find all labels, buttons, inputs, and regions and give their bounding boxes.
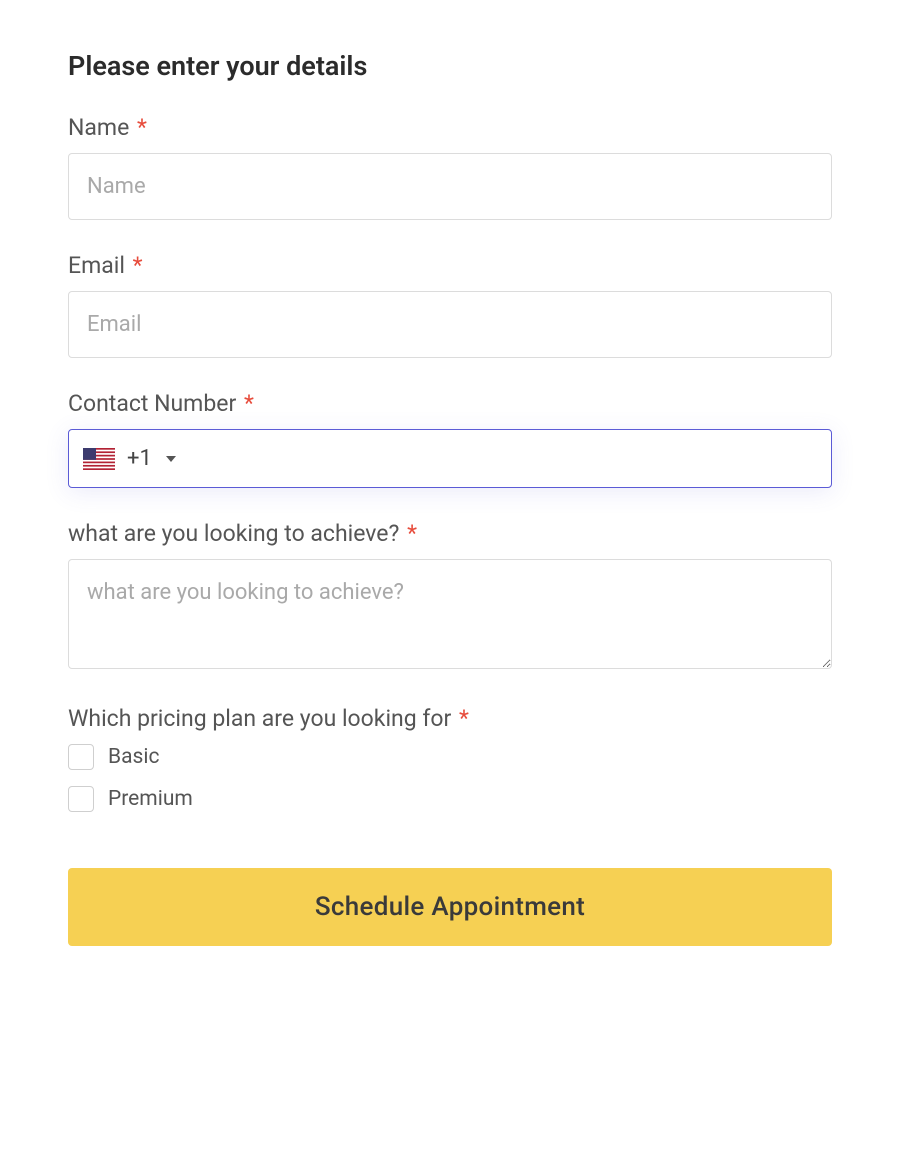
required-marker: * xyxy=(137,114,147,141)
required-marker: * xyxy=(133,252,143,279)
dial-code: +1 xyxy=(127,446,152,471)
contact-group: Contact Number * +1 xyxy=(68,390,832,488)
pricing-group: Which pricing plan are you looking for *… xyxy=(68,705,832,812)
email-label-text: Email xyxy=(68,252,125,279)
required-marker: * xyxy=(407,520,417,547)
phone-input-wrapper[interactable]: +1 xyxy=(68,429,832,488)
required-marker: * xyxy=(244,390,254,417)
phone-input[interactable] xyxy=(176,446,817,471)
checkbox-icon xyxy=(68,744,94,770)
name-label: Name * xyxy=(68,114,832,141)
checkbox-label: Basic xyxy=(108,745,159,769)
email-label: Email * xyxy=(68,252,832,279)
achieve-group: what are you looking to achieve? * xyxy=(68,520,832,673)
achieve-label-text: what are you looking to achieve? xyxy=(68,520,399,547)
checkbox-option-premium[interactable]: Premium xyxy=(68,786,832,812)
chevron-down-icon xyxy=(166,456,176,462)
contact-label: Contact Number * xyxy=(68,390,832,417)
country-code-selector[interactable]: +1 xyxy=(83,446,176,471)
us-flag-icon xyxy=(83,448,115,470)
name-group: Name * xyxy=(68,114,832,220)
name-input[interactable] xyxy=(68,153,832,220)
checkbox-icon xyxy=(68,786,94,812)
achieve-textarea[interactable] xyxy=(68,559,832,669)
checkbox-label: Premium xyxy=(108,787,193,811)
schedule-appointment-button[interactable]: Schedule Appointment xyxy=(68,868,832,946)
pricing-label-text: Which pricing plan are you looking for xyxy=(68,705,451,732)
achieve-label: what are you looking to achieve? * xyxy=(68,520,832,547)
required-marker: * xyxy=(459,705,469,732)
pricing-label: Which pricing plan are you looking for * xyxy=(68,705,832,732)
contact-label-text: Contact Number xyxy=(68,390,236,417)
pricing-options: Basic Premium xyxy=(68,744,832,812)
form-title: Please enter your details xyxy=(68,50,832,82)
email-group: Email * xyxy=(68,252,832,358)
name-label-text: Name xyxy=(68,114,129,141)
checkbox-option-basic[interactable]: Basic xyxy=(68,744,832,770)
email-input[interactable] xyxy=(68,291,832,358)
